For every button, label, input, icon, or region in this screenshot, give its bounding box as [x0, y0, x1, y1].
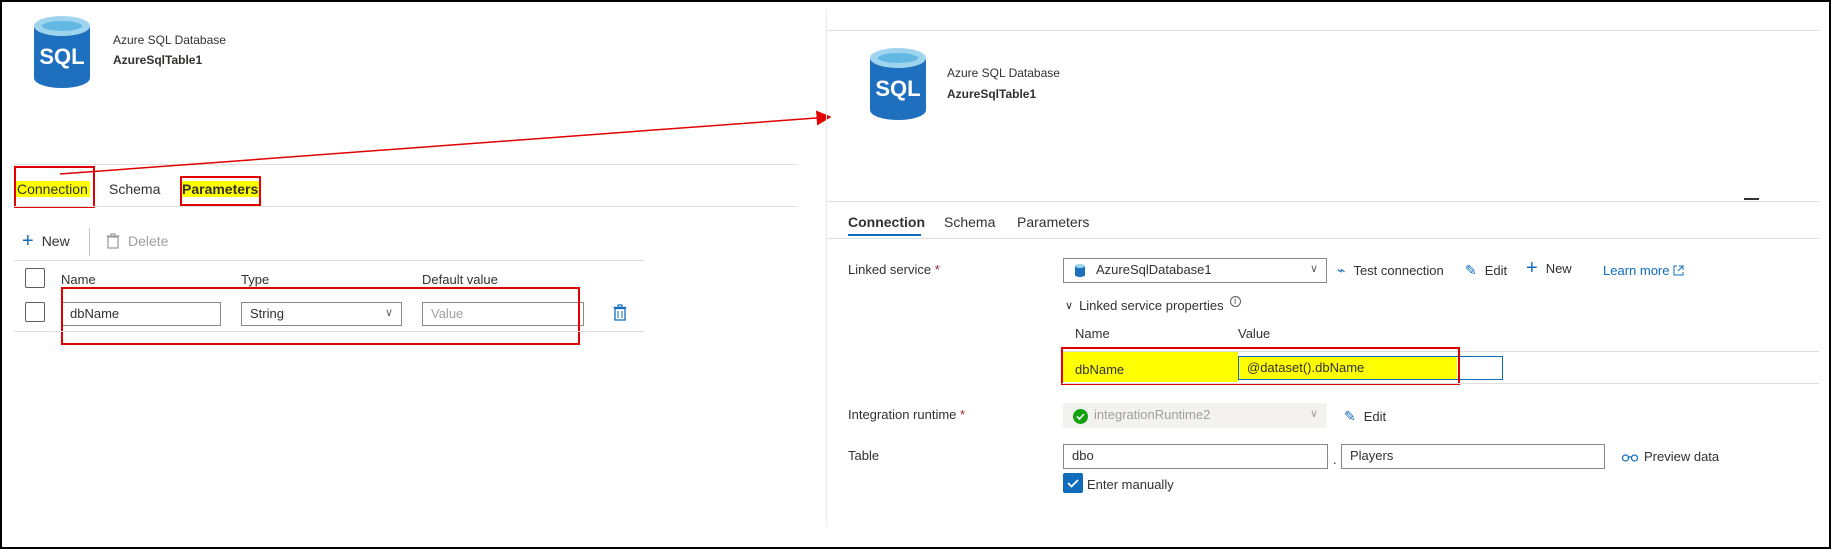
sql-database-icon: SQL: [870, 48, 926, 120]
learn-more-link[interactable]: Learn more: [1603, 263, 1684, 278]
annotation-box: [1061, 347, 1460, 385]
edit-integration-runtime-button[interactable]: ✎ Edit: [1344, 408, 1386, 425]
pencil-icon: ✎: [1465, 262, 1477, 278]
collapse-handle[interactable]: [1744, 198, 1759, 200]
chevron-down-icon: ∨: [1309, 263, 1318, 275]
tab-connection[interactable]: Connection: [848, 214, 925, 230]
active-tab-indicator: [848, 234, 921, 236]
external-link-icon: [1673, 265, 1684, 276]
svg-text:SQL: SQL: [875, 76, 920, 101]
integration-runtime-select[interactable]: integrationRuntime2 ∨: [1063, 403, 1327, 428]
linked-service-label: Linked service *: [848, 262, 940, 277]
info-icon[interactable]: i: [1229, 296, 1241, 307]
plug-icon: ⌁: [1337, 262, 1346, 278]
column-header-name: Name: [1075, 326, 1110, 341]
new-linked-service-button[interactable]: + New: [1526, 257, 1572, 279]
tab-schema[interactable]: Schema: [944, 214, 995, 230]
tab-parameters[interactable]: Parameters: [1017, 214, 1089, 230]
table-separator: .: [1333, 452, 1337, 467]
table-label: Table: [848, 448, 880, 463]
dataset-type-label: Azure SQL Database: [947, 66, 1060, 80]
table-schema-input[interactable]: dbo: [1063, 444, 1328, 469]
checkmark-icon: [1067, 479, 1079, 488]
test-connection-button[interactable]: ⌁ Test connection: [1337, 262, 1444, 279]
preview-data-button[interactable]: Preview data: [1622, 449, 1719, 464]
glasses-icon: [1622, 453, 1638, 462]
integration-runtime-label: Integration runtime *: [848, 407, 966, 422]
edit-linked-service-button[interactable]: ✎ Edit: [1465, 262, 1507, 279]
check-circle-icon: [1073, 409, 1088, 424]
chevron-down-icon: ∨: [1309, 408, 1318, 420]
enter-manually-checkbox[interactable]: [1063, 473, 1083, 493]
enter-manually-label: Enter manually: [1087, 477, 1174, 492]
chevron-down-icon: ∨: [1065, 300, 1074, 312]
linked-service-properties-toggle[interactable]: ∨ Linked service properties i: [1065, 296, 1241, 313]
database-icon: [1075, 264, 1085, 277]
dataset-name: AzureSqlTable1: [947, 87, 1037, 101]
plus-icon: +: [1526, 257, 1538, 279]
table-name-input[interactable]: Players: [1341, 444, 1605, 469]
pencil-icon: ✎: [1344, 408, 1356, 424]
column-header-value: Value: [1238, 326, 1271, 341]
linked-service-select[interactable]: AzureSqlDatabase1 ∨: [1063, 258, 1327, 283]
